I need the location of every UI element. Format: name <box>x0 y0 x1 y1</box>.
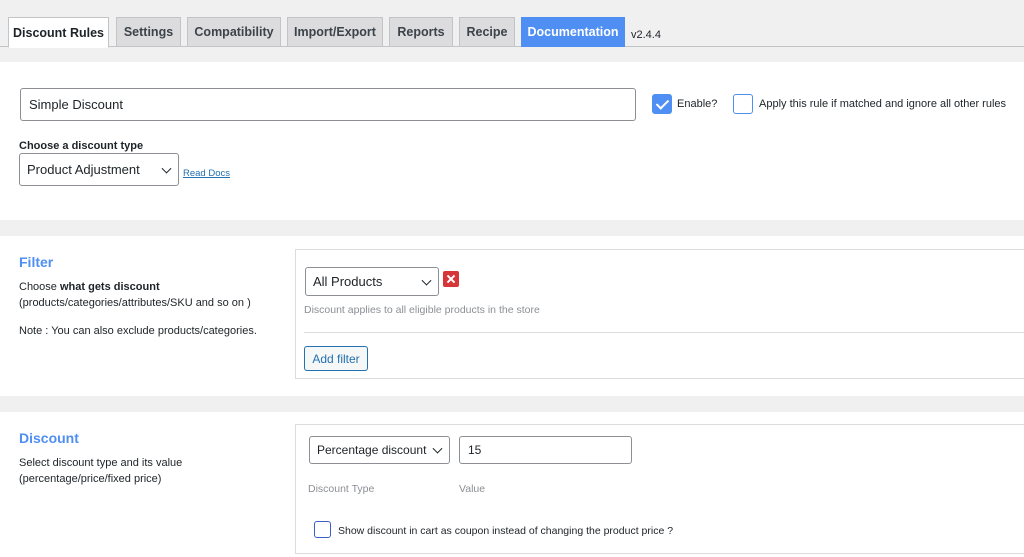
filter-panel: Filter Choose what gets discount (produc… <box>0 236 1024 396</box>
chevron-down-icon <box>421 275 432 286</box>
discount-value-caption: Value <box>459 483 486 495</box>
tab-label: Documentation <box>527 25 619 39</box>
tab-label: Compatibility <box>194 25 274 39</box>
filter-desc-line2: (products/categories/attributes/SKU and … <box>19 297 251 309</box>
filter-desc-prefix: Choose <box>19 281 60 293</box>
discount-value: 15 <box>468 443 482 457</box>
tab-bar: Discount Rules Settings Compatibility Im… <box>0 0 1024 48</box>
tab-label: Reports <box>397 25 445 39</box>
filter-divider <box>304 332 1024 333</box>
enable-label: Enable? <box>677 98 718 110</box>
discount-heading: Discount <box>19 430 79 446</box>
tab-label: Import/Export <box>294 25 376 39</box>
tab-documentation[interactable]: Documentation <box>521 17 625 47</box>
discount-type-select[interactable]: Product Adjustment <box>19 153 179 186</box>
coupon-label: Show discount in cart as coupon instead … <box>338 525 674 537</box>
discount-panel: Discount Select discount type and its va… <box>0 412 1024 557</box>
exclusive-label: Apply this rule if matched and ignore al… <box>759 98 1007 110</box>
filter-note: Note : You can also exclude products/cat… <box>19 325 257 337</box>
tab-reports[interactable]: Reports <box>389 17 453 47</box>
tab-settings[interactable]: Settings <box>116 17 181 47</box>
filter-desc-bold: what gets discount <box>59 281 160 293</box>
add-filter-button[interactable]: Add filter <box>304 346 368 371</box>
discount-desc-line2: (percentage/price/fixed price) <box>19 473 162 485</box>
rule-name-value: Simple Discount <box>29 97 123 112</box>
filter-type-value: All Products <box>313 274 383 289</box>
discount-type-value: Percentage discount <box>317 443 427 457</box>
rule-general-panel: Simple Discount Enable? Apply this rule … <box>0 62 1024 220</box>
filter-heading: Filter <box>19 254 54 270</box>
discount-value-input[interactable]: 15 <box>459 436 632 464</box>
filter-box: All Products Discount applies to all eli… <box>295 249 1024 379</box>
discount-type-value: Product Adjustment <box>27 162 140 177</box>
read-docs-link[interactable]: Read Docs <box>183 168 230 179</box>
discount-description: Select discount type and its value (perc… <box>19 455 284 487</box>
version-label: v2.4.4 <box>631 29 661 41</box>
chevron-down-icon <box>432 443 443 454</box>
remove-filter-icon[interactable] <box>443 271 459 287</box>
filter-type-select[interactable]: All Products <box>305 267 439 296</box>
tab-recipe[interactable]: Recipe <box>459 17 515 47</box>
discount-type-select[interactable]: Percentage discount <box>309 436 450 464</box>
tab-import-export[interactable]: Import/Export <box>287 17 383 47</box>
tab-label: Discount Rules <box>13 25 104 40</box>
filter-description: Choose what gets discount (products/cate… <box>19 279 284 311</box>
discount-type-caption: Discount Type <box>308 483 375 495</box>
tab-label: Settings <box>123 25 174 39</box>
discount-desc-line1: Select discount type and its value <box>19 457 183 469</box>
discount-type-heading: Choose a discount type <box>19 140 144 152</box>
enable-checkbox[interactable] <box>652 94 672 114</box>
exclusive-checkbox[interactable] <box>733 94 753 114</box>
tab-label: Recipe <box>466 25 508 39</box>
rule-name-input[interactable]: Simple Discount <box>20 88 636 121</box>
tab-discount-rules[interactable]: Discount Rules <box>8 17 109 48</box>
add-filter-label: Add filter <box>312 351 360 366</box>
coupon-checkbox[interactable] <box>314 521 331 538</box>
filter-help-text: Discount applies to all eligible product… <box>304 304 540 316</box>
discount-box: Percentage discount 15 Discount Type Val… <box>295 424 1024 554</box>
chevron-down-icon <box>161 163 172 174</box>
tab-compatibility[interactable]: Compatibility <box>187 17 281 47</box>
